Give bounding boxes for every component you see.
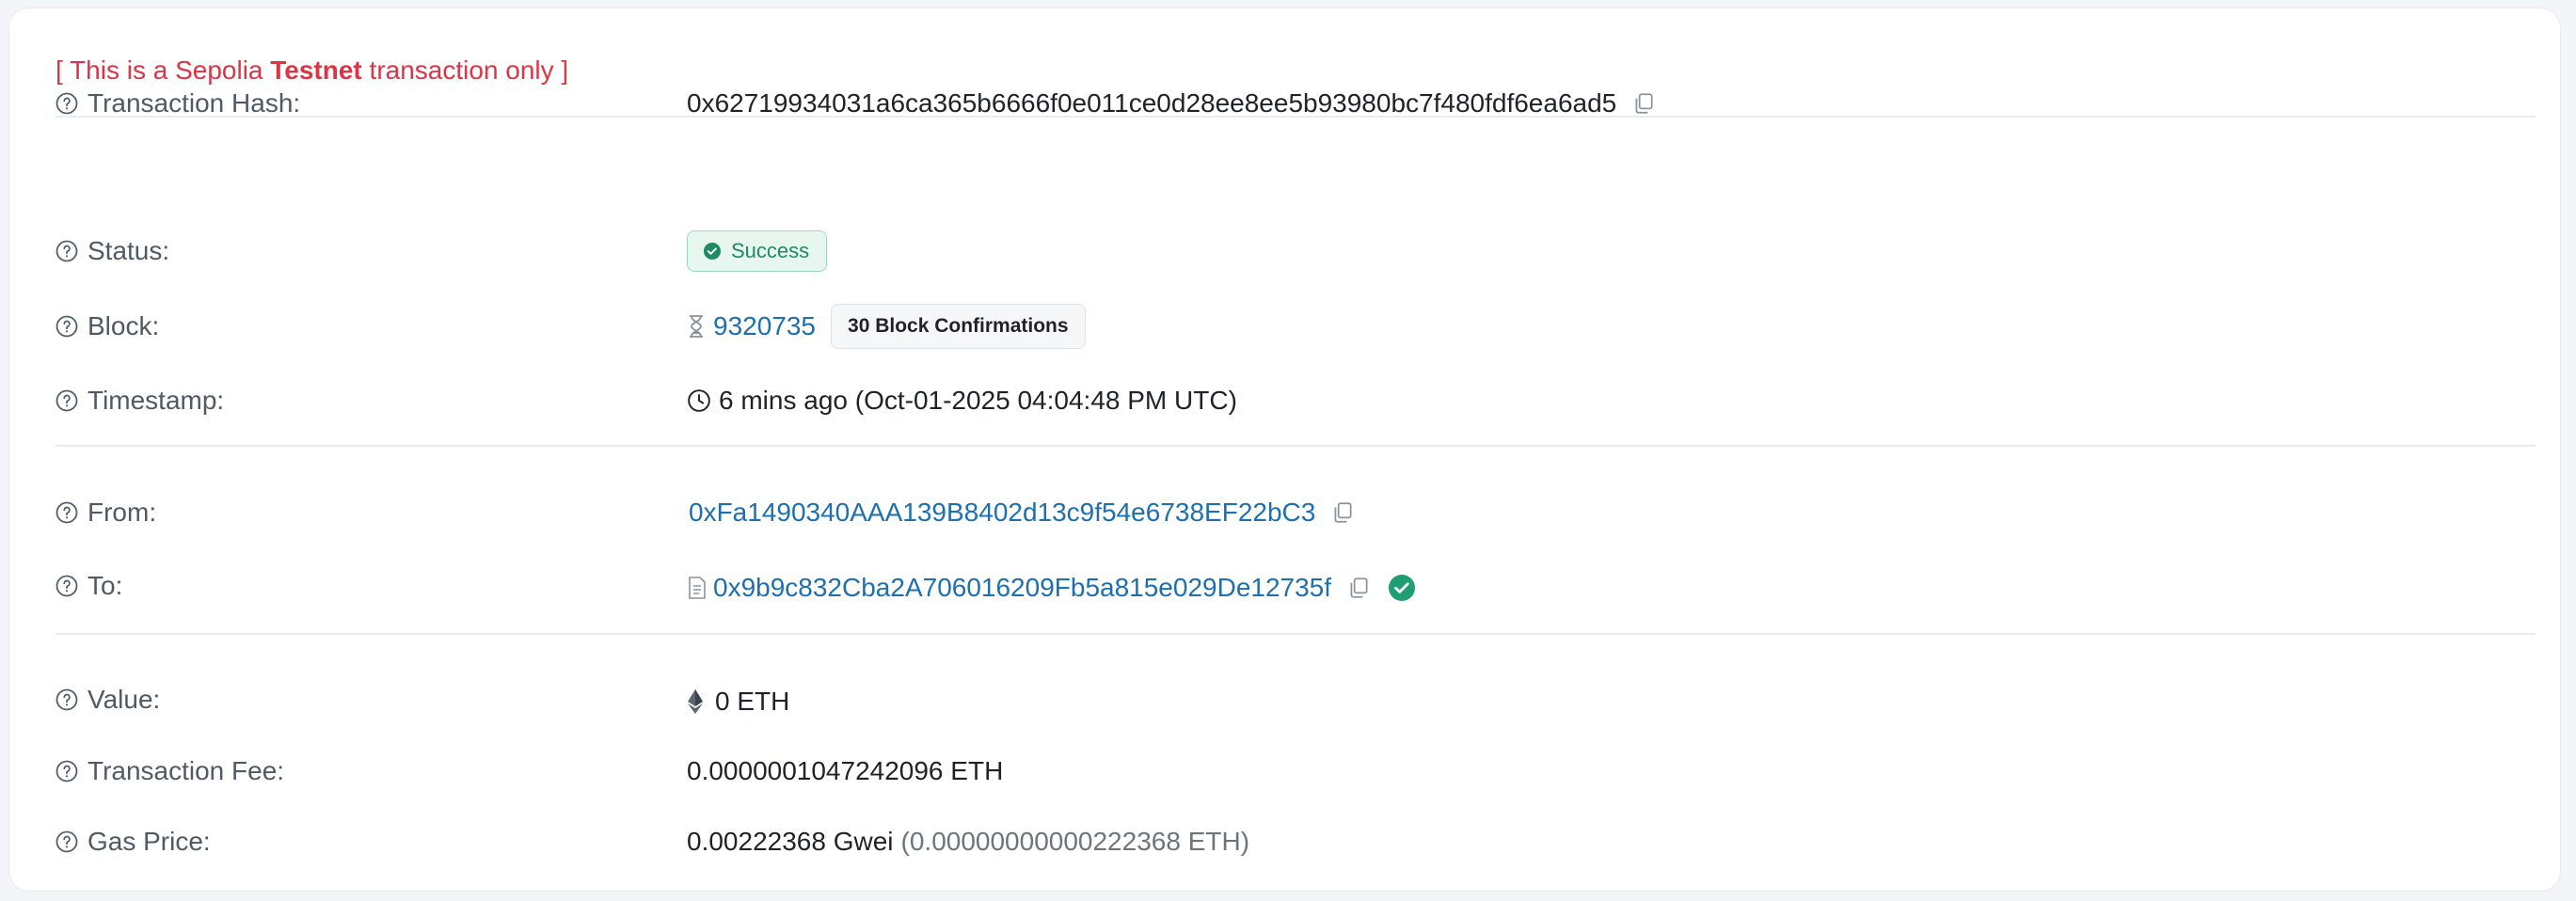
transaction-details-card: [ This is a Sepolia Testnet transaction … [8,8,2561,892]
hourglass-icon [690,315,703,338]
value-value: 0 ETH [687,681,789,722]
label-text: Block: [87,311,160,340]
gas-price-eth-text: (0.00000000000222368 ETH) [900,827,1250,856]
divider [56,633,2536,635]
verified-check-icon [1389,575,1416,601]
label-gas-price: Gas Price: [56,821,211,862]
ethereum-icon [688,689,703,714]
label-text: Value: [87,685,161,714]
value-timestamp: 6 mins ago (Oct-01-2025 04:04:48 PM UTC) [687,380,1237,421]
transaction-hash-text: 0x62719934031a6ca365b6666f0e011ce0d28ee8… [687,88,1617,118]
value-text: 0 ETH [715,687,790,716]
value-gas-price: 0.00222368 Gwei (0.00000000000222368 ETH… [687,821,1249,862]
value-transaction-fee: 0.0000001047242096 ETH [687,751,1003,792]
label-text: Timestamp: [87,386,225,415]
notice-bold: Testnet [270,55,362,85]
question-circle-icon[interactable] [56,315,78,338]
label-to: To: [56,565,122,607]
question-circle-icon[interactable] [56,575,78,597]
label-value: Value: [56,679,160,720]
question-circle-icon[interactable] [56,830,78,853]
label-timestamp: Timestamp: [56,380,224,421]
clock-icon [688,389,710,412]
question-circle-icon[interactable] [56,688,78,711]
value-block: 9320735 30 Block Confirmations [687,304,1086,349]
divider [56,445,2536,447]
copy-icon[interactable] [1346,576,1371,600]
value-transaction-hash: 0x62719934031a6ca365b6666f0e011ce0d28ee8… [687,83,1656,124]
document-icon [689,577,706,599]
label-text: Transaction Hash: [87,88,301,118]
block-number-link[interactable]: 9320735 [713,311,816,341]
label-from: From: [56,492,156,533]
copy-icon[interactable] [1330,500,1355,525]
question-circle-icon[interactable] [56,389,78,412]
label-block: Block: [56,306,159,347]
timestamp-text: 6 mins ago (Oct-01-2025 04:04:48 PM UTC) [719,386,1237,415]
notice-prefix: [ This is a Sepolia [56,55,271,85]
value-status: Success [687,230,828,272]
notice-suffix: transaction only ] [361,55,569,85]
question-circle-icon[interactable] [56,240,78,262]
label-transaction-hash: Transaction Hash: [56,83,300,124]
question-circle-icon[interactable] [56,760,78,782]
label-text: Gas Price: [87,827,211,856]
value-to: 0x9b9c832Cba2A706016209Fb5a815e029De1273… [687,567,1416,609]
label-text: To: [87,571,123,600]
check-circle-icon [704,243,721,260]
status-text: Success [731,239,810,262]
copy-icon[interactable] [1631,91,1656,116]
gas-price-text: 0.00222368 Gwei [687,827,894,856]
transaction-fee-text: 0.0000001047242096 ETH [687,756,1004,785]
question-circle-icon[interactable] [56,501,78,524]
value-from: 0xFa1490340AAA139B8402d13c9f54e6738EF22b… [689,492,1355,533]
from-address-link[interactable]: 0xFa1490340AAA139B8402d13c9f54e6738EF22b… [689,498,1315,528]
label-status: Status: [56,230,169,272]
label-transaction-fee: Transaction Fee: [56,751,284,792]
testnet-notice: [ This is a Sepolia Testnet transaction … [56,55,568,86]
status-badge: Success [687,230,828,272]
block-confirmations-badge: 30 Block Confirmations [831,304,1086,349]
label-text: Transaction Fee: [87,756,285,785]
label-text: From: [87,498,157,527]
to-address-link[interactable]: 0x9b9c832Cba2A706016209Fb5a815e029De1273… [713,573,1331,603]
label-text: Status: [87,236,170,265]
question-circle-icon[interactable] [56,92,78,115]
